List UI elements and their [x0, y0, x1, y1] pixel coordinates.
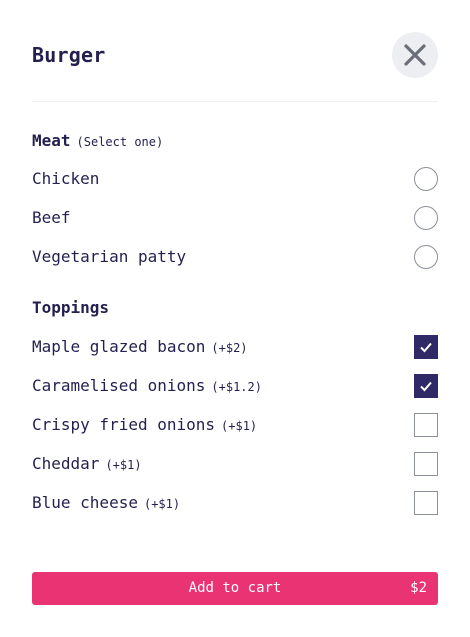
checkbox[interactable] — [414, 452, 438, 476]
topping-option-cheddar[interactable]: Cheddar (+$1) — [32, 449, 438, 479]
meat-hint: (Select one) — [76, 135, 164, 149]
add-to-cart-button[interactable]: Add to cart $2 — [32, 572, 438, 605]
option-price: (+$1) — [105, 458, 142, 472]
close-button[interactable] — [392, 32, 438, 78]
topping-option-blue-cheese[interactable]: Blue cheese (+$1) — [32, 488, 438, 518]
option-label: Cheddar (+$1) — [32, 454, 142, 473]
option-price: (+$2) — [211, 341, 248, 355]
header-divider — [32, 101, 438, 102]
radio-button[interactable] — [414, 167, 438, 191]
topping-option-caramelised-onions[interactable]: Caramelised onions (+$1.2) — [32, 371, 438, 401]
checkmark-icon — [420, 342, 432, 353]
option-label: Chicken — [32, 169, 100, 188]
meat-section-title: Meat (Select one) — [32, 131, 163, 150]
modal-header: Burger — [32, 32, 438, 78]
close-icon — [404, 44, 426, 66]
meat-option-beef[interactable]: Beef — [32, 203, 438, 233]
meat-option-vegetarian-patty[interactable]: Vegetarian patty — [32, 242, 438, 272]
checkbox[interactable] — [414, 413, 438, 437]
add-to-cart-label: Add to cart — [188, 580, 282, 596]
page-title: Burger — [32, 43, 106, 67]
checkbox[interactable] — [414, 374, 438, 398]
option-price: (+$1.2) — [211, 380, 262, 394]
option-label: Blue cheese (+$1) — [32, 493, 181, 512]
radio-button[interactable] — [414, 245, 438, 269]
radio-button[interactable] — [414, 206, 438, 230]
option-label: Vegetarian patty — [32, 247, 187, 266]
toppings-section-title: Toppings — [32, 298, 109, 317]
option-label: Beef — [32, 208, 71, 227]
option-label: Maple glazed bacon (+$2) — [32, 337, 248, 356]
option-price: (+$1) — [143, 497, 181, 511]
toppings-title: Toppings — [32, 298, 110, 317]
checkbox[interactable] — [414, 335, 438, 359]
option-price: (+$1) — [221, 419, 258, 433]
option-label: Crispy fried onions (+$1) — [32, 415, 258, 434]
topping-option-maple-glazed-bacon[interactable]: Maple glazed bacon (+$2) — [32, 332, 438, 362]
meat-title: Meat — [32, 131, 71, 150]
meat-option-chicken[interactable]: Chicken — [32, 164, 438, 194]
option-label: Caramelised onions (+$1.2) — [32, 376, 262, 395]
cart-total-price: $2 — [410, 580, 427, 596]
topping-option-crispy-fried-onions[interactable]: Crispy fried onions (+$1) — [32, 410, 438, 440]
checkmark-icon — [420, 381, 432, 392]
checkbox[interactable] — [414, 491, 438, 515]
